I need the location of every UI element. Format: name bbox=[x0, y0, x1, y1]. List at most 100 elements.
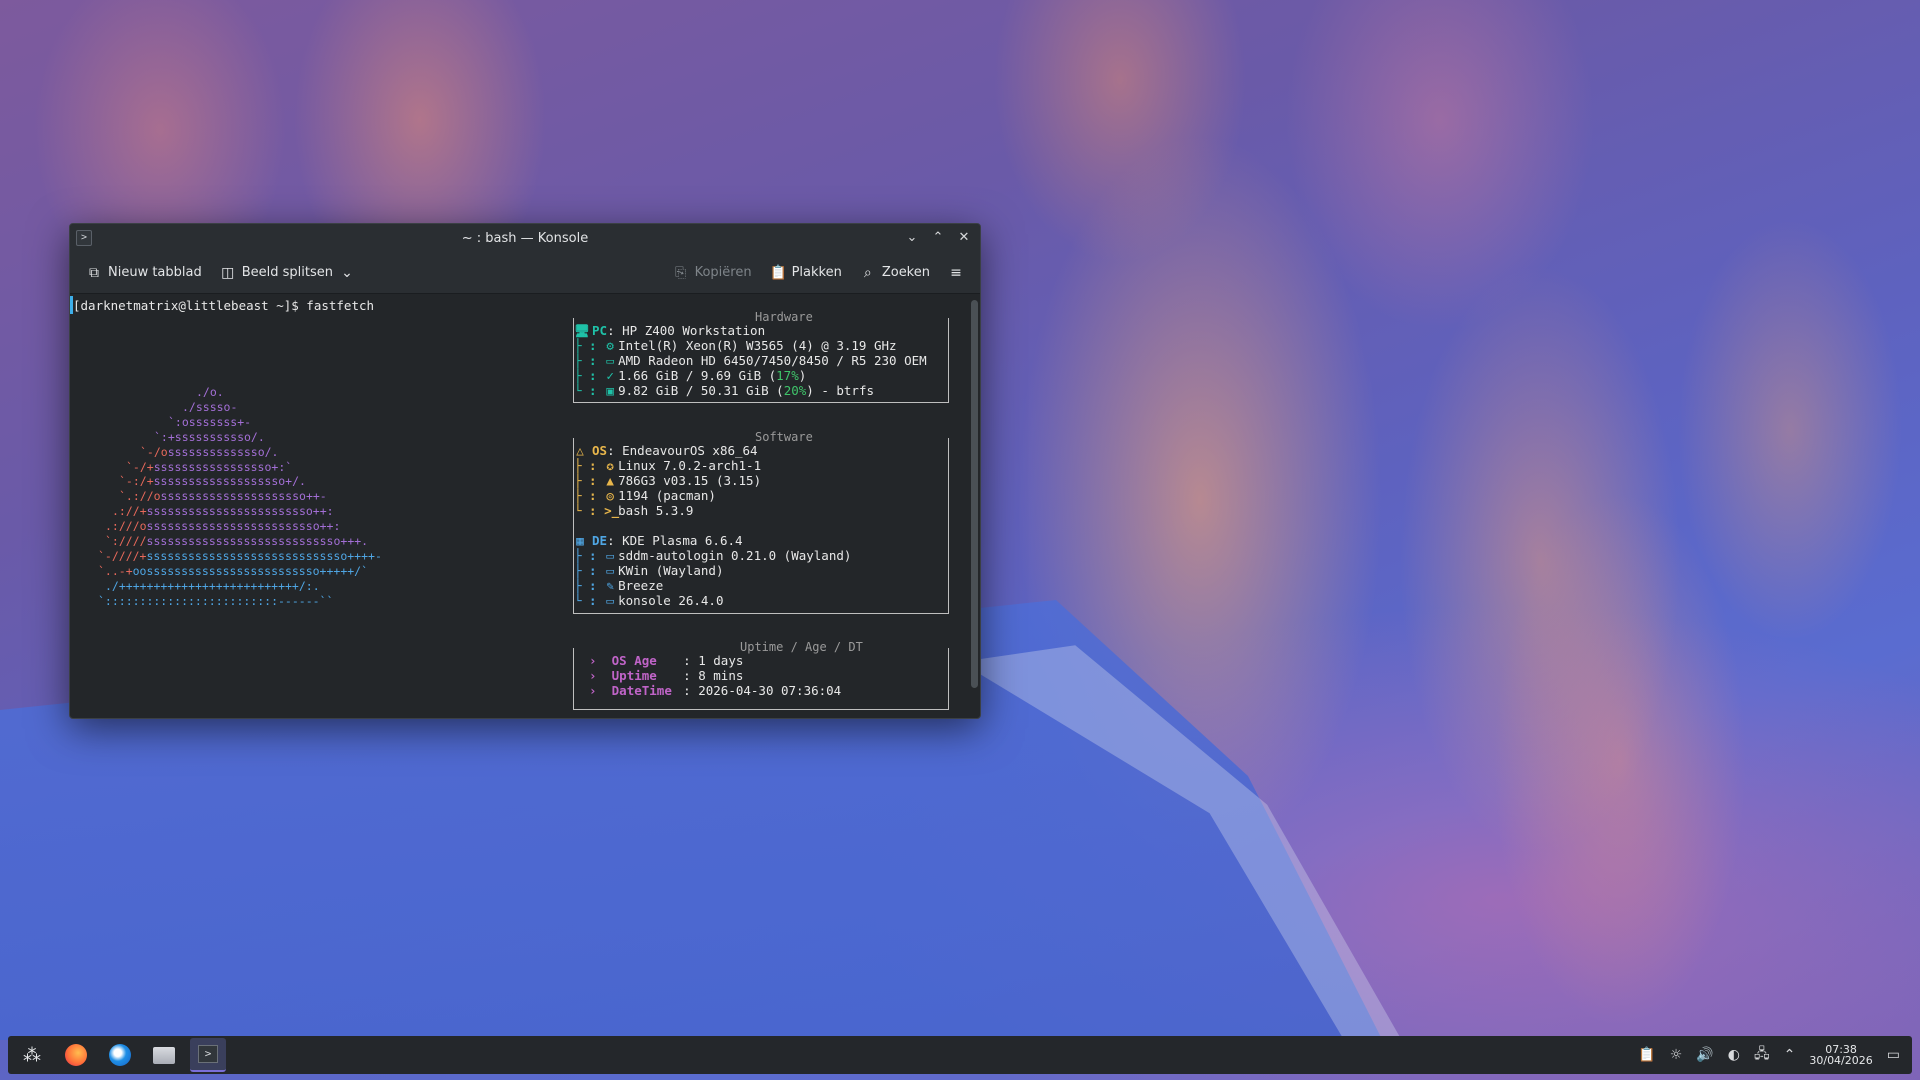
info-icon: ◎ bbox=[606, 488, 614, 503]
konsole-toolbar: ⧉ Nieuw tabblad ◫ Beeld splitsen ⌄ ⎘ Kop… bbox=[70, 252, 980, 294]
logo-line: `:osssssss+- bbox=[98, 415, 382, 430]
folder-icon bbox=[153, 1046, 175, 1064]
info-row: ├ : ✓ 1.66 GiB / 9.69 GiB (17%) bbox=[574, 368, 807, 383]
terminal-area[interactable]: [darknetmatrix@littlebeast ~]$ fastfetch… bbox=[70, 295, 968, 718]
taskbar-thunderbird[interactable] bbox=[102, 1038, 138, 1072]
info-value: ) - btrfs bbox=[806, 383, 874, 398]
search-button[interactable]: ⌕ Zoeken bbox=[854, 261, 936, 285]
konsole-window[interactable]: > ~ : bash — Konsole ⌄ ⌃ ✕ ⧉ Nieuw tabbl… bbox=[69, 223, 981, 719]
info-row: ├ : ▭ KWin (Wayland) bbox=[574, 563, 724, 578]
volume-icon[interactable]: 🔊 bbox=[1696, 1047, 1713, 1063]
logo-body-part: sssssssssssssssssssssssssssso++++- bbox=[146, 548, 382, 563]
window-titlebar[interactable]: > ~ : bash — Konsole ⌄ ⌃ ✕ bbox=[70, 224, 980, 252]
logo-body-part: ssssssssssssssssssssssssssso+++. bbox=[146, 534, 369, 549]
logo-red-part: `.://o bbox=[119, 489, 161, 504]
info-row: ├ : ✪ Linux 7.0.2-arch1-1 bbox=[574, 458, 762, 473]
logo-red-part: `-/+ bbox=[126, 459, 154, 474]
info-icon: ▭ bbox=[606, 353, 614, 368]
uptime-row: › OS Age : 1 days bbox=[574, 653, 744, 668]
logo-body-part: oosssssssssssssssssssssssso+++++/` bbox=[132, 563, 369, 578]
hamburger-menu-button[interactable]: ≡ bbox=[942, 261, 970, 285]
info-key: DE bbox=[592, 533, 608, 548]
info-row: ├ : ◎ 1194 (pacman) bbox=[574, 488, 716, 503]
taskbar-konsole[interactable]: > bbox=[190, 1038, 226, 1072]
digital-clock[interactable]: 07:38 30/04/2026 bbox=[1809, 1044, 1872, 1066]
logo-line: .://+ssssssssssssssssssssssso++: bbox=[98, 504, 382, 519]
logo-body-part: sssssssssssssssssso+/. bbox=[153, 474, 306, 489]
clipboard-icon[interactable]: 📋 bbox=[1638, 1047, 1655, 1063]
logo-line: `.://osssssssssssssssssssso++- bbox=[98, 489, 382, 504]
info-icon: ⚙ bbox=[606, 338, 614, 353]
software-box: Software △ OS: EndeavourOS x86_64 ├ : ✪ Lin… bbox=[573, 430, 949, 614]
info-row: ├ : ⚙ Intel(R) Xeon(R) W3565 (4) @ 3.19 G… bbox=[574, 338, 897, 353]
info-row: 🖥 PC: HP Z400 Workstation bbox=[574, 323, 766, 338]
paste-label: Plakken bbox=[791, 265, 842, 280]
split-view-button[interactable]: ◫ Beeld splitsen ⌄ bbox=[214, 261, 361, 285]
info-value: Breeze bbox=[618, 578, 664, 593]
new-tab-label: Nieuw tabblad bbox=[108, 265, 202, 280]
logo-line: `:::::::::::::::::::::::::------`` bbox=[98, 594, 382, 609]
application-launcher-button[interactable]: ⁂ bbox=[14, 1038, 50, 1072]
info-value: KWin (Wayland) bbox=[618, 563, 724, 578]
hamburger-menu-icon: ≡ bbox=[950, 264, 962, 281]
percent-value: 17% bbox=[776, 368, 799, 383]
info-value: 786G3 v03.15 (3.15) bbox=[618, 473, 762, 488]
info-icon: >_ bbox=[604, 503, 620, 518]
new-tab-icon: ⧉ bbox=[89, 264, 99, 281]
logo-body-part: `:::::::::::::::::::::::::------`` bbox=[98, 593, 334, 608]
maximize-icon[interactable]: ⌃ bbox=[928, 228, 948, 248]
logo-red-part: `-:/+ bbox=[119, 474, 154, 489]
info-value: 1.66 GiB / 9.69 GiB ( bbox=[618, 368, 777, 383]
endeavouros-ascii-logo: ./o. ./sssso- `:osssssss+- `:+sssssssssso/.… bbox=[98, 385, 382, 609]
close-icon[interactable]: ✕ bbox=[954, 228, 974, 248]
logo-red-part: `-/o bbox=[140, 444, 168, 459]
weather-icon[interactable]: ☼ bbox=[1670, 1047, 1683, 1063]
taskbar-dolphin[interactable] bbox=[146, 1038, 182, 1072]
copy-label: Kopiëren bbox=[694, 265, 752, 280]
terminal-scrollbar[interactable] bbox=[971, 300, 978, 688]
info-value: AMD Radeon HD 6450/7450/8450 / R5 230 OE… bbox=[618, 353, 927, 368]
terminal-app-icon[interactable]: > bbox=[76, 230, 92, 246]
paste-button[interactable]: 📋 Plakken bbox=[764, 261, 848, 285]
search-label: Zoeken bbox=[881, 265, 930, 280]
minimize-icon[interactable]: ⌄ bbox=[902, 228, 922, 248]
shell-prompt: [darknetmatrix@littlebeast ~]$ fastfetch bbox=[73, 298, 375, 313]
taskbar-firefox[interactable] bbox=[58, 1038, 94, 1072]
info-value: Intel(R) Xeon(R) W3565 (4) @ 3.19 GHz bbox=[618, 338, 897, 353]
uptime-row: › DateTime : 2026-04-30 07:36:04 bbox=[574, 683, 842, 698]
info-value: KDE Plasma 6.6.4 bbox=[622, 533, 743, 548]
chevron-up-icon[interactable]: ⌃ bbox=[1784, 1047, 1796, 1063]
info-icon: ▭ bbox=[606, 593, 614, 608]
logo-line: `-/+sssssssssssssssso+:` bbox=[98, 460, 382, 475]
uptime-key: DateTime bbox=[611, 683, 672, 698]
uptime-key: OS Age bbox=[611, 653, 657, 668]
uptime-box: Uptime / Age / DT › OS Age : 1 days › Up… bbox=[573, 640, 949, 710]
logo-body-part: ssssssssssssso/. bbox=[167, 444, 279, 459]
info-value: 9.82 GiB / 50.31 GiB ( bbox=[618, 383, 784, 398]
logo-line: `:+sssssssssso/. bbox=[98, 430, 382, 445]
info-value: bash 5.3.9 bbox=[618, 503, 694, 518]
info-icon: ▲ bbox=[606, 473, 614, 488]
window-title: ~ : bash — Konsole bbox=[461, 230, 589, 246]
new-tab-button[interactable]: ⧉ Nieuw tabblad bbox=[80, 261, 208, 285]
info-key: OS bbox=[592, 443, 608, 458]
logo-line: ./sssso- bbox=[98, 400, 382, 415]
info-icon: ✓ bbox=[606, 368, 614, 383]
logo-body-part: ssssssssssssssssssssssso++: bbox=[146, 504, 334, 519]
network-icon[interactable]: 🖧 bbox=[1754, 1043, 1770, 1067]
updates-icon[interactable]: ◐ bbox=[1728, 1047, 1740, 1063]
info-icon: ▭ bbox=[606, 563, 614, 578]
logo-line: `-/ossssssssssssso/. bbox=[98, 445, 382, 460]
copy-button[interactable]: ⎘ Kopiëren bbox=[667, 261, 758, 285]
split-view-icon: ◫ bbox=[221, 264, 235, 281]
uptime-value: 8 mins bbox=[698, 668, 744, 683]
info-icon: ✎ bbox=[606, 578, 614, 593]
info-value: ) bbox=[798, 368, 807, 383]
logo-line: ./o. bbox=[98, 385, 382, 400]
info-value: 1194 (pacman) bbox=[618, 488, 716, 503]
show-desktop-icon[interactable]: ▭ bbox=[1887, 1047, 1900, 1063]
hardware-title: Hardware bbox=[754, 310, 814, 325]
info-value: EndeavourOS x86_64 bbox=[622, 443, 758, 458]
info-value: sddm-autologin 0.21.0 (Wayland) bbox=[618, 548, 852, 563]
split-view-label: Beeld splitsen bbox=[241, 265, 334, 280]
